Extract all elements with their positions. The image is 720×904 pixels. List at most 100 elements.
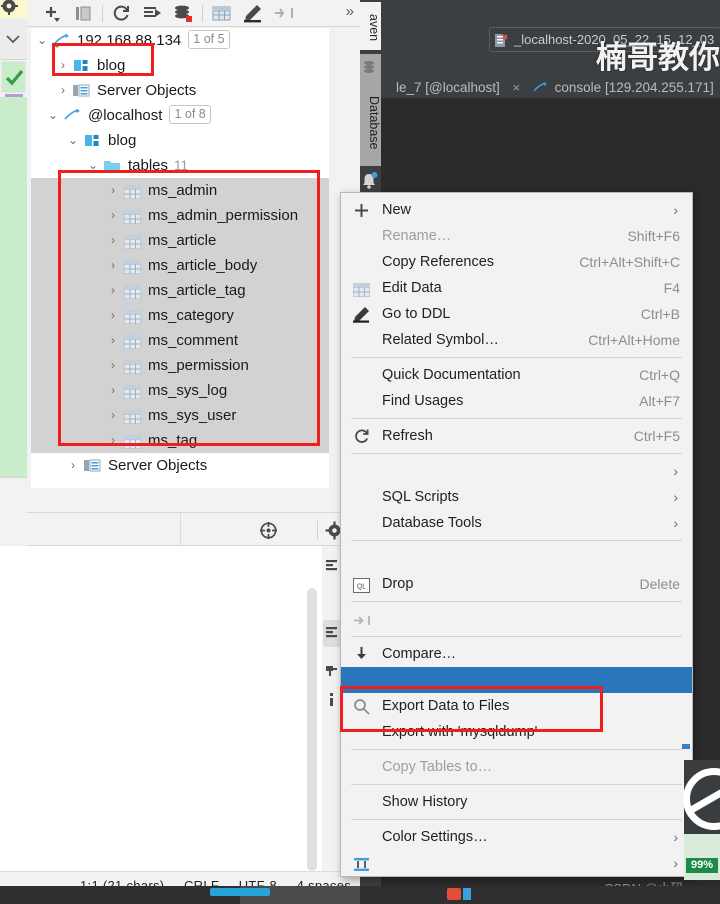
menu-item-database-tools[interactable]: SQL Scripts › [341, 484, 692, 510]
chevron-down-icon[interactable]: ⌄ [67, 128, 79, 153]
database-tool-tab[interactable]: Database [357, 54, 381, 166]
tree-node-table[interactable]: › ms_sys_log [31, 378, 329, 403]
gear-icon[interactable] [0, 0, 27, 18]
menu-item-related-symbol[interactable]: Related Symbol… Ctrl+Alt+Home [341, 327, 692, 353]
refresh-button[interactable] [106, 0, 137, 27]
tree-node-table[interactable]: › ms_admin [31, 178, 329, 203]
menu-item-scripted-extensions[interactable]: Color Settings… › [341, 824, 692, 850]
bell-icon[interactable] [359, 170, 379, 192]
chevron-down-icon[interactable] [0, 18, 27, 60]
menu-item-label: Copy Tables to… [382, 759, 493, 775]
menu-item-shortcut: Ctrl+B [640, 306, 680, 322]
sync-database-button[interactable] [168, 0, 199, 27]
add-new-button[interactable] [37, 0, 68, 27]
menu-item-shortcut: Delete [639, 576, 680, 592]
chevron-right-icon[interactable]: › [57, 53, 69, 78]
table-context-menu[interactable]: New › Rename… Shift+F6 Copy References C… [340, 192, 693, 877]
chevron-right-icon[interactable]: › [107, 428, 119, 453]
tree-node-server-objects-2[interactable]: › Server Objects [31, 453, 329, 478]
menu-item-label: Database Tools [382, 515, 482, 531]
menu-item-shortcut: Ctrl+Q [639, 367, 680, 383]
database-tree[interactable]: ⌄ 192.168.88.134 1 of 5 › blog › Server … [31, 28, 329, 488]
edit-data-button[interactable] [206, 0, 237, 27]
toolbar-overflow-button[interactable]: » [346, 3, 354, 20]
tree-node-server-objects-1[interactable]: › Server Objects [31, 78, 329, 103]
chevron-down-icon[interactable]: ⌄ [87, 153, 99, 178]
chevron-right-icon[interactable]: › [107, 328, 119, 353]
chevron-right-icon[interactable]: › [67, 453, 79, 478]
menu-item-edit-data[interactable]: Edit Data F4 [341, 275, 692, 301]
chevron-right-icon[interactable]: › [107, 353, 119, 378]
menu-item-label: Rename… [382, 228, 452, 244]
chevron-right-icon[interactable]: › [107, 303, 119, 328]
chevron-down-icon[interactable]: ⌄ [36, 28, 48, 53]
menu-item-copy-references[interactable]: Copy References Ctrl+Alt+Shift+C [341, 249, 692, 275]
menu-item-export-data-to-files[interactable]: Compare… [341, 641, 692, 667]
modify-button[interactable] [237, 0, 268, 27]
tree-node-table[interactable]: › ms_admin_permission [31, 203, 329, 228]
run-script-button[interactable] [137, 0, 168, 27]
collapse-all-button[interactable] [268, 0, 299, 27]
tree-node-blog-local[interactable]: ⌄ blog [31, 128, 329, 153]
chevron-right-icon[interactable]: › [107, 403, 119, 428]
chevron-right-icon[interactable]: › [107, 178, 119, 203]
menu-item-compare [341, 606, 692, 632]
lower-panel-scrollbar[interactable] [307, 588, 317, 871]
maven-tool-tab-label: aven [367, 14, 381, 42]
tree-node-connection-2[interactable]: ⌄ @localhost 1 of 8 [31, 103, 329, 128]
chevron-right-icon[interactable]: › [107, 378, 119, 403]
menu-item-diagnostics[interactable]: Database Tools › [341, 510, 692, 536]
menu-item-drop[interactable] [341, 545, 692, 571]
tree-node-connection-1[interactable]: ⌄ 192.168.88.134 1 of 5 [31, 28, 329, 53]
table-icon [123, 382, 142, 400]
chevron-right-icon: › [673, 515, 678, 531]
info-icon[interactable] [325, 692, 340, 707]
chevron-right-icon[interactable]: › [57, 78, 69, 103]
menu-item-shortcut: Shift+F6 [627, 228, 680, 244]
list-lines-icon-active[interactable] [325, 625, 340, 640]
chevron-right-icon[interactable]: › [107, 228, 119, 253]
menu-item-refresh[interactable]: Refresh Ctrl+F5 [341, 423, 692, 449]
tree-node-table[interactable]: › ms_comment [31, 328, 329, 353]
taskbar-item-red-icon[interactable] [447, 888, 461, 900]
menu-item-copy-tables-to[interactable]: Export with 'mysqldump' [341, 719, 692, 745]
pin-icon[interactable] [325, 662, 340, 677]
chevron-down-icon[interactable]: ⌄ [47, 103, 59, 128]
menu-item-color-settings[interactable]: Show History [341, 789, 692, 815]
progress-panel [684, 834, 720, 880]
tree-node-table[interactable]: › ms_article_body [31, 253, 329, 278]
tree-node-table[interactable]: › ms_article_tag [31, 278, 329, 303]
menu-item-find-usages[interactable]: Find Usages Alt+F7 [341, 388, 692, 414]
table-grid-icon [352, 280, 371, 298]
menu-item-export-with-mysqldump[interactable] [341, 667, 692, 693]
menu-item-quick-documentation[interactable]: Quick Documentation Ctrl+Q [341, 362, 692, 388]
green-check-icon[interactable] [1, 61, 26, 93]
copy-button[interactable] [68, 0, 99, 27]
taskbar-item-blue-icon[interactable] [463, 888, 471, 900]
chevron-right-icon[interactable]: › [107, 278, 119, 303]
menu-item-diagrams[interactable]: › [341, 850, 692, 876]
menu-item-new[interactable]: New › [341, 197, 692, 223]
menu-item-jump-to-query-console[interactable]: QL Drop Delete [341, 571, 692, 597]
screenshot-root: _localhost-2020_05_22_15_12_03 le_7 [@lo… [0, 0, 720, 904]
database-toolbar: » [27, 0, 360, 27]
tree-node-table[interactable]: › ms_article [31, 228, 329, 253]
menu-item-sql-scripts[interactable]: › [341, 458, 692, 484]
console-tab-row[interactable]: le_7 [@localhost] × console [129.204.255… [396, 80, 714, 97]
chevron-right-icon[interactable]: › [107, 253, 119, 278]
menu-item-go-to-ddl[interactable]: Go to DDL Ctrl+B [341, 301, 692, 327]
tree-node-table[interactable]: › ms_permission [31, 353, 329, 378]
chevron-right-icon[interactable]: › [107, 203, 119, 228]
taskbar-item-blue[interactable] [210, 888, 270, 896]
list-lines-icon[interactable] [325, 558, 340, 573]
tree-node-table[interactable]: › ms_sys_user [31, 403, 329, 428]
maven-tool-tab[interactable]: aven [357, 2, 381, 50]
tree-node-tables-folder[interactable]: ⌄ tables 11 [31, 153, 329, 178]
menu-item-full-text-search[interactable]: Export Data to Files [341, 693, 692, 719]
close-icon[interactable]: × [513, 80, 521, 95]
tree-node-table[interactable]: › ms_tag [31, 428, 329, 453]
tree-node-table[interactable]: › ms_category [31, 303, 329, 328]
locate-target-icon[interactable] [259, 521, 278, 545]
tree-node-blog-remote[interactable]: › blog [31, 53, 329, 78]
toolbar-divider [102, 5, 103, 22]
